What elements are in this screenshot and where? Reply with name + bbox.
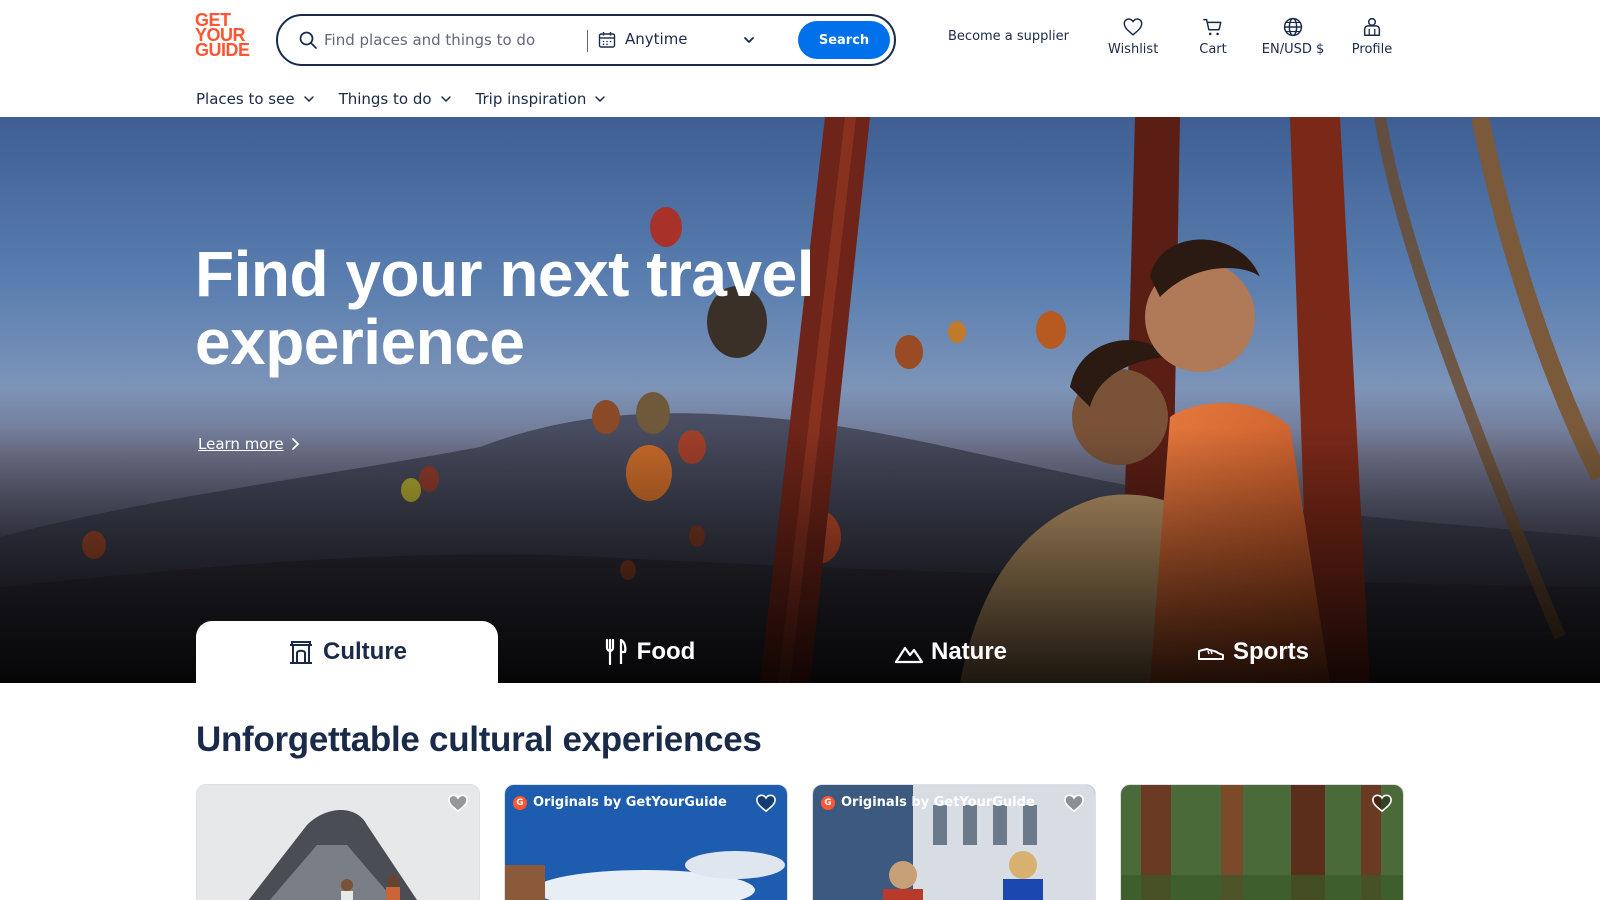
search-input[interactable] bbox=[324, 24, 574, 56]
site-header: GET YOUR GUIDE Anytime Search Beco bbox=[0, 0, 1600, 117]
experience-cards: G Originals by GetYourGuide G Originals … bbox=[196, 784, 1404, 900]
locale-label: EN/USD $ bbox=[1261, 42, 1325, 57]
chevron-down-icon bbox=[744, 37, 754, 43]
cart-label: Cart bbox=[1199, 42, 1227, 57]
section-title: Unforgettable cultural experiences bbox=[196, 720, 762, 759]
chevron-right-icon bbox=[291, 438, 299, 450]
getyourguide-g-icon: G bbox=[513, 795, 527, 810]
heart-icon bbox=[1123, 18, 1143, 36]
date-label: Anytime bbox=[625, 30, 688, 48]
wishlist-button[interactable]: Wishlist bbox=[1108, 16, 1158, 66]
search-bar: Anytime Search bbox=[276, 14, 896, 66]
originals-badge: G Originals by GetYourGuide bbox=[821, 795, 1035, 810]
hero-background-image bbox=[0, 117, 1600, 683]
heart-icon[interactable] bbox=[1063, 793, 1085, 813]
heart-icon[interactable] bbox=[755, 793, 777, 813]
profile-icon bbox=[1363, 17, 1381, 36]
cart-icon bbox=[1203, 18, 1222, 36]
sub-navigation: Places to see Things to do Trip inspirat… bbox=[196, 88, 630, 110]
getyourguide-g-icon: G bbox=[821, 795, 835, 810]
fork-knife-icon bbox=[605, 638, 627, 666]
originals-badge: G Originals by GetYourGuide bbox=[513, 795, 727, 810]
nav-things-to-do[interactable]: Things to do bbox=[339, 88, 452, 110]
search-button[interactable]: Search bbox=[798, 21, 890, 59]
learn-more-link[interactable]: Learn more bbox=[198, 435, 300, 453]
nav-places-to-see[interactable]: Places to see bbox=[196, 88, 315, 110]
profile-label: Profile bbox=[1351, 42, 1393, 57]
sneaker-icon bbox=[1197, 648, 1224, 660]
date-picker[interactable]: Anytime bbox=[598, 24, 768, 56]
wishlist-label: Wishlist bbox=[1108, 42, 1159, 57]
card-image bbox=[197, 785, 479, 900]
experience-card[interactable] bbox=[196, 784, 480, 900]
experience-card[interactable]: G Originals by GetYourGuide bbox=[504, 784, 788, 900]
hero-title: Find your next travel experience bbox=[195, 238, 814, 378]
chevron-down-icon bbox=[303, 96, 314, 103]
museum-icon bbox=[290, 641, 312, 664]
cart-button[interactable]: Cart bbox=[1193, 16, 1233, 66]
getyourguide-logo[interactable]: GET YOUR GUIDE bbox=[195, 11, 257, 63]
category-tabs: Culture Food Nature Sports bbox=[196, 621, 1404, 683]
experience-card[interactable]: G Originals by GetYourGuide bbox=[812, 784, 1096, 900]
profile-button[interactable]: Profile bbox=[1350, 16, 1394, 66]
chevron-down-icon bbox=[595, 96, 606, 103]
card-image bbox=[1121, 785, 1403, 900]
nav-trip-inspiration[interactable]: Trip inspiration bbox=[476, 88, 607, 110]
heart-icon[interactable] bbox=[1371, 793, 1393, 813]
tab-culture[interactable]: Culture bbox=[196, 621, 498, 683]
tab-food[interactable]: Food bbox=[498, 621, 800, 683]
tab-nature[interactable]: Nature bbox=[800, 621, 1102, 683]
globe-icon bbox=[1283, 17, 1303, 37]
become-supplier-link[interactable]: Become a supplier bbox=[948, 29, 1069, 44]
calendar-icon bbox=[598, 32, 616, 48]
search-divider bbox=[587, 30, 588, 52]
locale-currency-button[interactable]: EN/USD $ bbox=[1259, 16, 1327, 66]
tab-sports[interactable]: Sports bbox=[1102, 621, 1404, 683]
mountain-icon bbox=[894, 646, 923, 664]
hero-banner: Find your next travel experience Learn m… bbox=[0, 117, 1600, 683]
heart-icon[interactable] bbox=[447, 793, 469, 813]
chevron-down-icon bbox=[440, 96, 451, 103]
experience-card[interactable] bbox=[1120, 784, 1404, 900]
search-icon bbox=[299, 31, 317, 49]
